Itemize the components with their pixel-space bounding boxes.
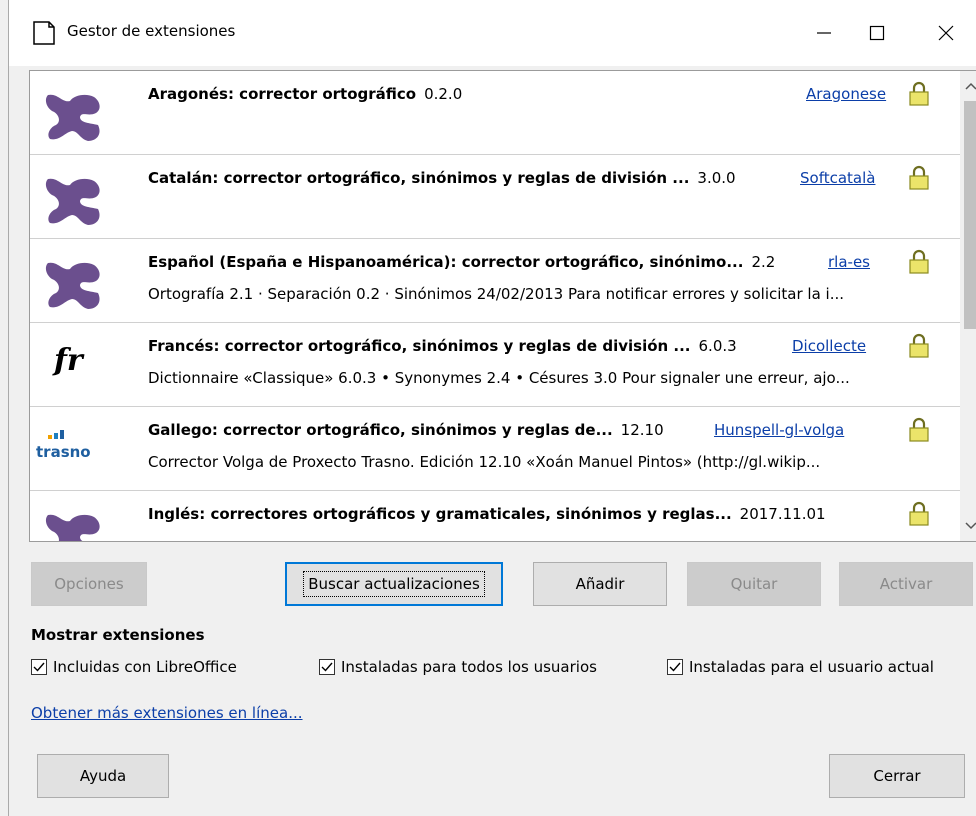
extension-version: 2017.11.01 bbox=[739, 505, 826, 523]
extension-description: Corrector Volga de Proxecto Trasno. Edic… bbox=[148, 453, 821, 471]
trasno-logo-text: trasno bbox=[36, 443, 91, 461]
extension-item-catalan[interactable]: Catalán: corrector ortográfico, sinónimo… bbox=[30, 155, 960, 239]
show-extensions-heading: Mostrar extensiones bbox=[31, 626, 205, 644]
close-button-label: Cerrar bbox=[873, 767, 921, 785]
remove-button-label: Quitar bbox=[730, 575, 778, 593]
trasno-logo: trasno bbox=[36, 429, 116, 475]
publisher-link[interactable]: Softcatalà bbox=[800, 169, 875, 187]
scroll-up-button[interactable] bbox=[960, 71, 976, 101]
list-scrollbar[interactable] bbox=[960, 71, 976, 541]
extension-title: Francés: corrector ortográfico, sinónimo… bbox=[148, 337, 737, 355]
minimize-icon bbox=[817, 32, 831, 34]
extension-title: Español (España e Hispanoamérica): corre… bbox=[148, 253, 776, 271]
title-bar: Gestor de extensiones bbox=[9, 0, 976, 66]
checkbox-box[interactable] bbox=[319, 659, 335, 675]
minimize-button[interactable] bbox=[801, 0, 847, 66]
puzzle-icon bbox=[45, 514, 100, 541]
extension-manager-window: Gestor de extensiones Aragonés: correcto… bbox=[8, 0, 976, 816]
trasno-dots-icon bbox=[48, 430, 64, 439]
extension-item-ingles[interactable]: Inglés: correctores ortográficos y grama… bbox=[30, 491, 960, 541]
enable-button[interactable]: Activar bbox=[839, 562, 973, 606]
checkbox-box[interactable] bbox=[31, 659, 47, 675]
filter-shared-label: Instaladas para todos los usuarios bbox=[341, 658, 597, 676]
filter-user-checkbox[interactable]: Instaladas para el usuario actual bbox=[667, 658, 934, 676]
puzzle-icon bbox=[45, 262, 100, 309]
scroll-thumb[interactable] bbox=[964, 101, 976, 329]
lock-icon bbox=[909, 501, 929, 526]
filter-bundled-checkbox[interactable]: Incluidas con LibreOffice bbox=[31, 658, 237, 676]
checkmark-icon bbox=[33, 662, 45, 672]
window-title: Gestor de extensiones bbox=[67, 22, 236, 40]
lock-icon bbox=[909, 81, 929, 106]
extension-description: Dictionnaire «Classique» 6.0.3 • Synonym… bbox=[148, 369, 850, 387]
close-icon bbox=[938, 25, 954, 41]
filter-shared-checkbox[interactable]: Instaladas para todos los usuarios bbox=[319, 658, 597, 676]
checkmark-icon bbox=[669, 662, 681, 672]
extension-item-espanol[interactable]: Español (España e Hispanoamérica): corre… bbox=[30, 239, 960, 323]
extension-version: 6.0.3 bbox=[698, 337, 737, 355]
extension-title: Inglés: correctores ortográficos y grama… bbox=[148, 505, 826, 523]
extension-title: Catalán: corrector ortográfico, sinónimo… bbox=[148, 169, 736, 187]
lock-icon bbox=[909, 165, 929, 190]
checkmark-icon bbox=[321, 662, 333, 672]
extension-version: 2.2 bbox=[751, 253, 776, 271]
extension-item-aragones[interactable]: Aragonés: corrector ortográfico 0.2.0 Ara… bbox=[30, 71, 960, 155]
extension-version: 3.0.0 bbox=[697, 169, 736, 187]
remove-button[interactable]: Quitar bbox=[687, 562, 821, 606]
add-button-label: Añadir bbox=[575, 575, 625, 593]
chevron-up-icon bbox=[965, 82, 976, 90]
get-more-extensions-link[interactable]: Obtener más extensiones en línea... bbox=[31, 704, 303, 722]
extension-item-frances[interactable]: fr Francés: corrector ortográfico, sinón… bbox=[30, 323, 960, 407]
publisher-link[interactable]: Dicollecte bbox=[792, 337, 866, 355]
fr-icon: fr bbox=[54, 343, 83, 378]
publisher-link[interactable]: Hunspell-gl-volga bbox=[714, 421, 844, 439]
maximize-icon bbox=[869, 25, 885, 41]
options-button[interactable]: Opciones bbox=[31, 562, 147, 606]
options-button-label: Opciones bbox=[54, 575, 124, 593]
close-button[interactable]: Cerrar bbox=[829, 754, 965, 798]
lock-icon bbox=[909, 417, 929, 442]
extension-title: Aragonés: corrector ortográfico 0.2.0 bbox=[148, 85, 463, 103]
close-window-button[interactable] bbox=[923, 0, 969, 66]
filter-bundled-label: Incluidas con LibreOffice bbox=[53, 658, 237, 676]
lock-icon bbox=[909, 249, 929, 274]
chevron-down-icon bbox=[965, 522, 976, 530]
extension-list[interactable]: Aragonés: corrector ortográfico 0.2.0 Ara… bbox=[29, 70, 976, 542]
document-icon bbox=[33, 21, 55, 45]
scroll-down-button[interactable] bbox=[960, 511, 976, 541]
extension-title: Gallego: corrector ortográfico, sinónimo… bbox=[148, 421, 664, 439]
puzzle-icon bbox=[45, 94, 100, 141]
publisher-link[interactable]: Aragonese bbox=[806, 85, 886, 103]
extension-description: Ortografía 2.1 · Separación 0.2 · Sinóni… bbox=[148, 285, 845, 303]
extension-version: 12.10 bbox=[620, 421, 664, 439]
checkbox-box[interactable] bbox=[667, 659, 683, 675]
extension-version: 0.2.0 bbox=[424, 85, 463, 103]
maximize-button[interactable] bbox=[854, 0, 900, 66]
check-updates-button[interactable]: Buscar actualizaciones bbox=[285, 562, 503, 606]
check-updates-button-label: Buscar actualizaciones bbox=[303, 571, 485, 597]
add-button[interactable]: Añadir bbox=[533, 562, 667, 606]
extension-item-gallego[interactable]: trasno Gallego: corrector ortográfico, s… bbox=[30, 407, 960, 491]
filter-user-label: Instaladas para el usuario actual bbox=[689, 658, 934, 676]
help-button-label: Ayuda bbox=[79, 767, 127, 785]
help-button[interactable]: Ayuda bbox=[37, 754, 169, 798]
puzzle-icon bbox=[45, 178, 100, 225]
enable-button-label: Activar bbox=[879, 575, 933, 593]
lock-icon bbox=[909, 333, 929, 358]
publisher-link[interactable]: rla-es bbox=[828, 253, 870, 271]
